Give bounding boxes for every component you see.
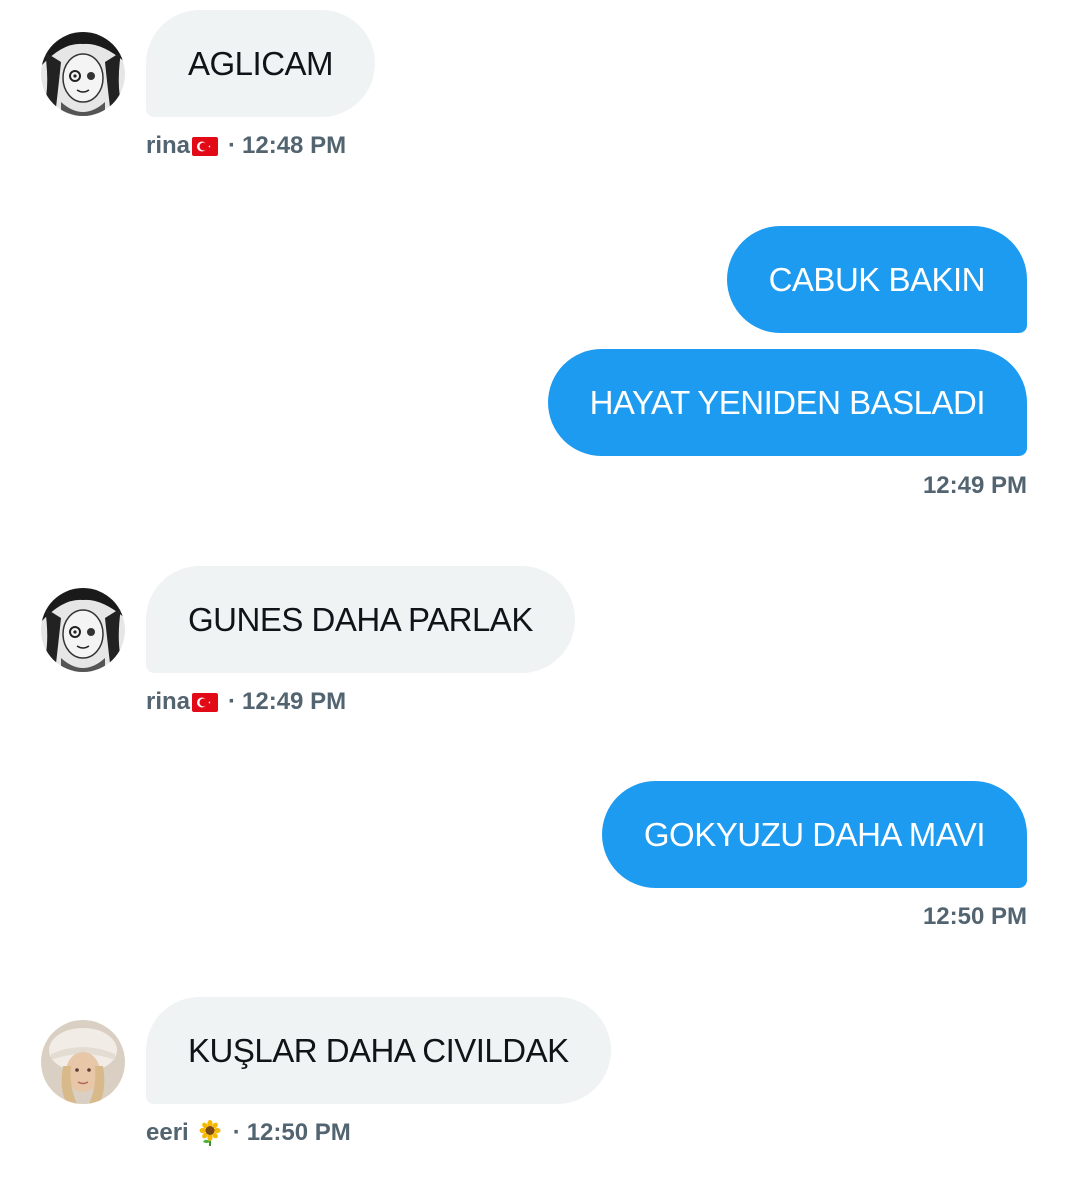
avatar-eeri[interactable] [41, 1020, 125, 1104]
message-bubble-outgoing[interactable]: CABUK BAKIN [726, 226, 1027, 333]
message-meta: rina · 12:49 PM [146, 688, 346, 716]
message-meta: rina · 12:48 PM [146, 132, 346, 160]
meta-separator: · [232, 1119, 241, 1146]
timestamp: 12:49 PM [242, 688, 347, 715]
message-meta: eeri · 12:50 PM [146, 1119, 351, 1147]
manga-avatar-image [41, 32, 125, 116]
message-meta: 12:49 PM [923, 472, 1027, 500]
message-text: GOKYUZU DAHA MAVI [643, 815, 986, 853]
sunflower-emoji [197, 1120, 223, 1146]
message-text: AGLICAM [188, 44, 334, 82]
message-bubble-incoming[interactable]: AGLICAM [146, 10, 376, 117]
timestamp: 12:49 PM [922, 472, 1027, 499]
message-text: HAYAT YENIDEN BASLADI [589, 383, 986, 421]
message-text: CABUK BAKIN [768, 260, 986, 298]
turkey-flag-emoji [192, 692, 219, 712]
message-bubble-incoming[interactable]: GUNES DAHA PARLAK [146, 566, 575, 673]
timestamp: 12:50 PM [922, 903, 1027, 930]
photo-avatar-image [41, 1020, 125, 1104]
message-bubble-outgoing[interactable]: HAYAT YENIDEN BASLADI [547, 349, 1027, 456]
manga-avatar-image [41, 588, 125, 672]
meta-separator: · [228, 688, 237, 715]
timestamp: 12:50 PM [246, 1119, 351, 1146]
message-meta: 12:50 PM [923, 903, 1027, 931]
avatar-rina[interactable] [41, 588, 125, 672]
sender-name[interactable]: rina [146, 132, 190, 160]
turkey-flag-emoji [192, 136, 219, 156]
sender-name[interactable]: eeri [146, 1119, 189, 1147]
sender-name[interactable]: rina [146, 688, 190, 716]
timestamp: 12:48 PM [242, 132, 347, 159]
message-text: GUNES DAHA PARLAK [188, 600, 533, 638]
meta-separator: · [228, 132, 237, 159]
message-text: KUŞLAR DAHA CIVILDAK [188, 1031, 569, 1069]
message-bubble-outgoing[interactable]: GOKYUZU DAHA MAVI [601, 781, 1027, 888]
message-bubble-incoming[interactable]: KUŞLAR DAHA CIVILDAK [146, 997, 611, 1104]
avatar-rina[interactable] [41, 32, 125, 116]
